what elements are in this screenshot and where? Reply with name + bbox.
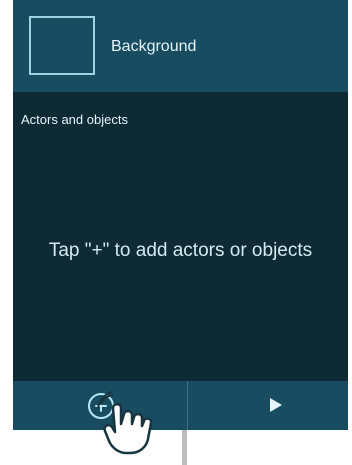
background-row[interactable]: Background [13, 0, 348, 92]
actors-section-title: Actors and objects [21, 112, 128, 127]
scene-screen: Background Actors and objects Tap "+" to… [13, 0, 348, 430]
scroll-track-bottom [182, 430, 187, 465]
play-button[interactable] [188, 381, 348, 430]
empty-state-message: Tap "+" to add actors or objects [48, 240, 313, 261]
add-button[interactable] [13, 381, 187, 430]
background-thumbnail[interactable] [29, 16, 95, 75]
background-label: Background [111, 38, 197, 55]
add-circle-icon [88, 393, 114, 419]
actors-and-objects-section: Actors and objects Tap "+" to add actors… [13, 92, 348, 381]
play-icon [270, 398, 282, 412]
